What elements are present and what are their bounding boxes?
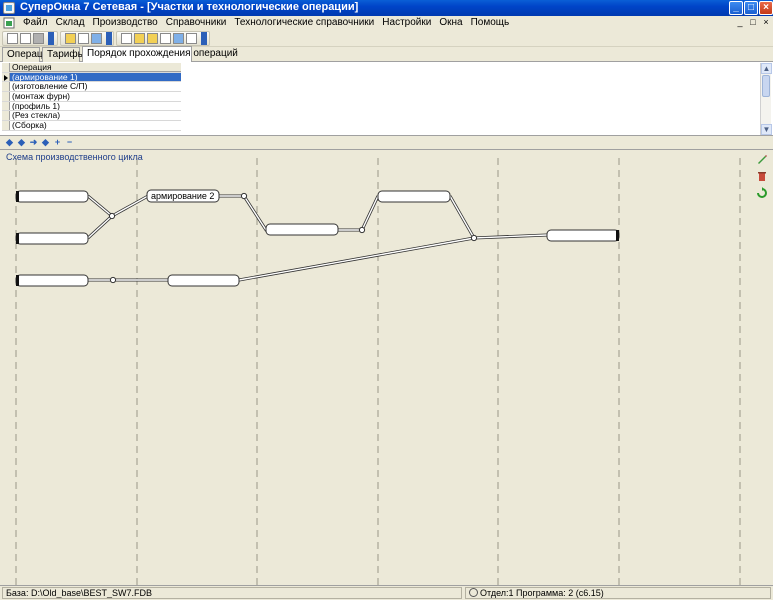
table-row[interactable]: (армирование 1) [2,72,181,83]
toolbar-group-edit [60,31,114,46]
program-info: Отдел:1 Программа: 2 (с6.15) [480,588,604,598]
column-header-operation[interactable]: Операция [10,63,181,72]
grid-header-row: Операция [2,63,181,73]
table-row[interactable]: (монтаж фурн) [2,92,181,102]
delete-icon[interactable] [756,170,768,182]
table-cell[interactable]: (армирование 1) [10,72,181,82]
menu-production[interactable]: Производство [89,17,162,29]
table-cell[interactable]: (Сборка) [10,121,181,130]
calculator-icon[interactable] [160,33,171,44]
record-navigator: ◆ ◆ ➜ ◆ + − [5,138,74,148]
window-title: СуперОкна 7 Сетевая - [Участки и техноло… [20,1,359,13]
app-icon [3,2,15,14]
new-document-icon[interactable] [7,33,18,44]
child-minimize-button[interactable]: _ [735,17,745,27]
scroll-up-icon[interactable]: ▲ [761,63,772,74]
tab-tariffs[interactable]: Тарифы [42,47,85,62]
calendar-icon[interactable] [186,33,197,44]
toolbar-chevron-icon[interactable] [106,32,112,45]
close-button[interactable]: × [759,1,773,15]
menu-windows[interactable]: Окна [435,17,466,29]
filter-icon[interactable] [65,33,76,44]
operation-node[interactable] [546,229,620,242]
scroll-thumb[interactable] [762,75,770,97]
menu-file[interactable]: Файл [19,17,52,29]
junction-node[interactable] [240,192,248,200]
toolbar-group-tools [116,31,210,46]
toolbar [0,30,773,47]
maximize-button[interactable]: □ [744,1,758,15]
toolbar-chevron-icon[interactable] [48,32,54,45]
schema-title: Схема производственного цикла [6,152,143,162]
table-cell[interactable]: (Рез стекла) [10,111,181,120]
menu-settings[interactable]: Настройки [378,17,435,29]
menu-warehouse[interactable]: Склад [52,17,89,29]
delete-record-icon[interactable]: − [65,138,74,147]
status-bar: База: D:\Old_base\BEST_SW7.FDB Отдел:1 П… [0,585,773,600]
scroll-down-icon[interactable]: ▼ [761,124,772,135]
schema-canvas [15,158,741,586]
operations-grid: Операция (армирование 1) (изготовление С… [2,63,181,131]
next-record-icon[interactable]: ➜ [29,138,38,147]
toolbar-group-file [2,31,58,46]
refresh-icon[interactable] [756,187,768,199]
operation-node[interactable] [15,190,89,203]
operation-node[interactable] [377,190,451,203]
node-label: армирование 2 [151,191,215,201]
hammer-icon[interactable] [134,33,145,44]
copy-icon[interactable] [78,33,89,44]
prev-record-icon[interactable]: ◆ [17,138,26,147]
operation-node[interactable] [15,274,89,287]
junction-node[interactable] [358,226,366,234]
add-record-icon[interactable]: + [53,138,62,147]
wrench-icon[interactable] [147,33,158,44]
first-record-icon[interactable]: ◆ [5,138,14,147]
menu-bar: Файл Склад Производство Справочники Техн… [0,16,773,30]
junction-node[interactable] [470,234,478,242]
report-icon[interactable] [121,33,132,44]
child-restore-button[interactable]: □ [748,17,758,27]
table-row[interactable]: (Сборка) [2,121,181,131]
menu-tech-references[interactable]: Технологические справочники [230,17,378,29]
tab-strip: Операции Тарифы Порядок прохождения опер… [0,46,773,63]
table-cell[interactable]: (монтаж фурн) [10,92,181,101]
junction-node[interactable] [109,276,117,284]
operation-node[interactable] [15,232,89,245]
open-document-icon[interactable] [20,33,31,44]
table-row[interactable]: (Рез стекла) [2,111,181,122]
schema-edges [86,194,548,282]
table-cell[interactable]: (изготовление С/П) [10,82,181,91]
database-path: База: D:\Old_base\BEST_SW7.FDB [6,588,152,598]
production-cycle-schema: Схема производственного цикла армировани… [0,149,773,586]
operations-grid-panel: Операция (армирование 1) (изготовление С… [0,62,773,136]
schema-side-tools [756,153,770,204]
minimize-button[interactable]: _ [729,1,743,15]
operation-node[interactable] [167,274,240,287]
row-selector-icon [4,74,8,81]
menu-references[interactable]: Справочники [162,17,231,29]
operation-node[interactable] [265,223,339,236]
table-row[interactable]: (изготовление С/П) [2,82,181,93]
table-row[interactable]: (профиль 1) [2,101,181,112]
export-icon[interactable] [91,33,102,44]
junction-node[interactable] [108,212,116,220]
last-record-icon[interactable]: ◆ [41,138,50,147]
window-icon[interactable] [173,33,184,44]
table-cell[interactable]: (профиль 1) [10,102,181,111]
child-close-button[interactable]: × [761,17,771,27]
schema-nodes [15,189,620,287]
help-icon [469,588,478,597]
title-bar: СуперОкна 7 Сетевая - [Участки и техноло… [0,0,773,16]
grid-scrollbar[interactable]: ▲ ▼ [760,63,772,135]
toolbar-chevron-icon[interactable] [201,32,207,45]
menu-help[interactable]: Помощь [467,17,514,29]
tab-operations[interactable]: Операции [2,47,54,62]
status-program: Отдел:1 Программа: 2 (с6.15) [465,587,771,599]
pencil-icon[interactable] [756,153,768,165]
tab-operation-order[interactable]: Порядок прохождения операций [82,46,238,63]
print-icon[interactable] [33,33,44,44]
status-database: База: D:\Old_base\BEST_SW7.FDB [2,587,462,599]
document-icon [3,17,15,29]
